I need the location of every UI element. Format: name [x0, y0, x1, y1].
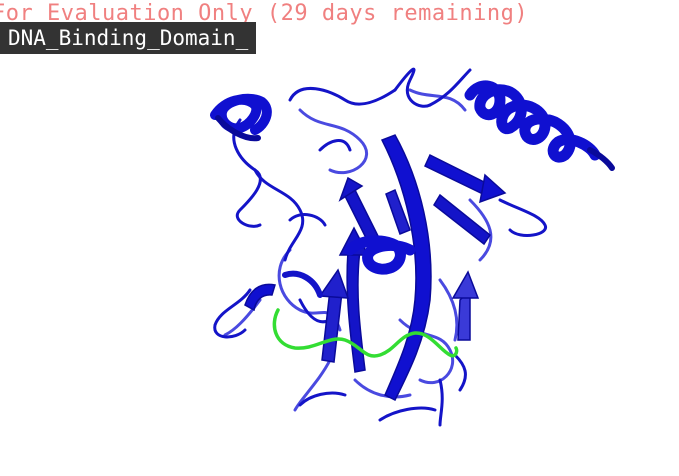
protein-cartoon-render[interactable] — [0, 0, 679, 476]
object-name-label: DNA_Binding_Domain_ — [0, 22, 257, 54]
molecular-viewer-viewport[interactable]: For Evaluation Only (29 days remaining) … — [0, 0, 679, 476]
dna-strand — [272, 308, 459, 358]
alpha-helix-right — [464, 80, 615, 171]
alpha-helix-left — [210, 93, 272, 142]
beta-sheet — [318, 134, 507, 402]
